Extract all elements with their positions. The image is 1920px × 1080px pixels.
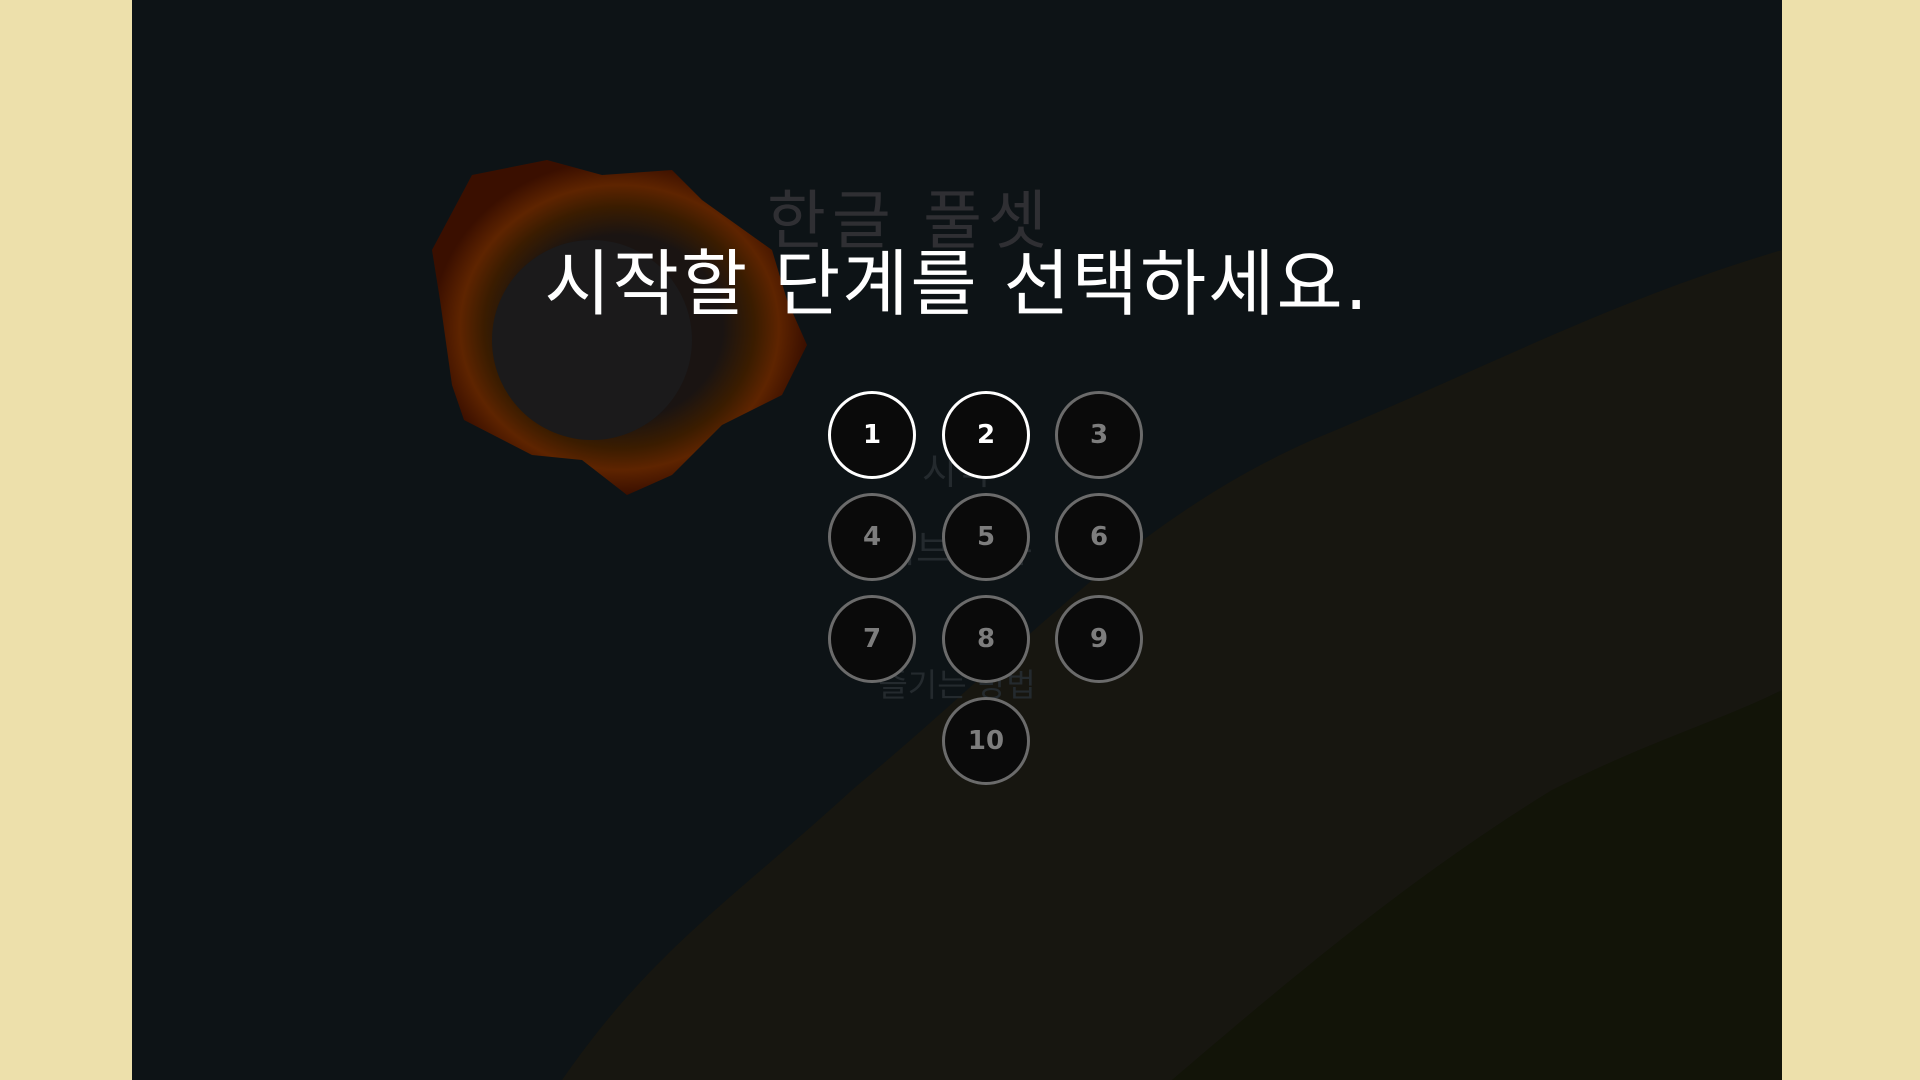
level-select-overlay: 시작할 단계를 선택하세요. 1 2 3 4 5 6 7 8 9 10 [132,0,1782,1080]
level-button-8: 8 [942,595,1030,683]
level-button-3: 3 [1055,391,1143,479]
level-button-6: 6 [1055,493,1143,581]
level-button-7: 7 [828,595,916,683]
level-button-4: 4 [828,493,916,581]
level-button-5: 5 [942,493,1030,581]
level-grid: 1 2 3 4 5 6 7 8 9 10 [132,0,1782,1080]
level-button-10: 10 [942,697,1030,785]
level-button-2[interactable]: 2 [942,391,1030,479]
game-stage: 한글 풀셋 시작 서브 메뉴 즐기는 방법 시작할 단계를 선택하세요. 123… [132,0,1782,1080]
level-button-1[interactable]: 1 [828,391,916,479]
level-button-9: 9 [1055,595,1143,683]
